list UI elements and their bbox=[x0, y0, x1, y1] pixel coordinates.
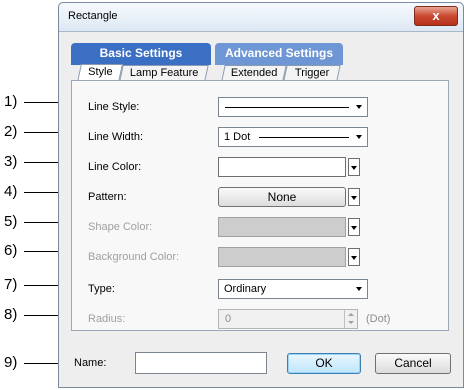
line-color-dropdown[interactable] bbox=[348, 158, 360, 176]
radius-value: 0 bbox=[225, 313, 232, 325]
cancel-button[interactable]: Cancel bbox=[375, 353, 451, 374]
chevron-down-icon bbox=[351, 256, 357, 260]
type-value: Ordinary bbox=[224, 283, 267, 295]
shape-color-swatch bbox=[218, 217, 346, 237]
callout-number: 6) bbox=[4, 242, 18, 259]
line-width-select[interactable]: 1 Dot bbox=[218, 127, 368, 147]
pattern-button[interactable]: None bbox=[218, 187, 346, 207]
shape-color-dropdown bbox=[348, 218, 360, 236]
line-style-sample bbox=[225, 107, 349, 108]
arrow-down-icon bbox=[348, 321, 354, 324]
name-input[interactable] bbox=[135, 352, 267, 374]
callout-number: 9) bbox=[4, 354, 18, 371]
chevron-down-icon bbox=[351, 166, 357, 170]
line-width-sample bbox=[259, 137, 349, 138]
line-color-swatch[interactable] bbox=[218, 157, 346, 177]
tab-advanced-settings[interactable]: Advanced Settings bbox=[215, 43, 343, 65]
chevron-down-icon bbox=[356, 135, 362, 139]
type-select[interactable]: Ordinary bbox=[218, 279, 368, 299]
subtab-trigger[interactable]: Trigger bbox=[283, 65, 341, 81]
close-button[interactable]: x bbox=[414, 6, 458, 26]
tab-basic-settings[interactable]: Basic Settings bbox=[71, 43, 211, 65]
name-label: Name: bbox=[74, 357, 107, 369]
background-color-swatch bbox=[218, 247, 346, 267]
line-width-value: 1 Dot bbox=[224, 131, 251, 143]
subtab-extended[interactable]: Extended bbox=[221, 65, 287, 81]
rectangle-dialog: Rectangle x Basic Settings Advanced Sett… bbox=[58, 2, 464, 388]
window-title: Rectangle bbox=[68, 10, 118, 22]
callout-number: 2) bbox=[4, 123, 18, 140]
spin-buttons bbox=[344, 310, 357, 328]
callout-number: 4) bbox=[4, 183, 18, 200]
callout-number: 5) bbox=[4, 213, 18, 230]
pattern-label: Pattern: bbox=[88, 191, 127, 203]
type-label: Type: bbox=[88, 283, 115, 295]
pattern-dropdown[interactable] bbox=[348, 188, 360, 206]
subtab-lamp-feature[interactable]: Lamp Feature bbox=[119, 65, 209, 81]
line-style-label: Line Style: bbox=[88, 101, 140, 113]
radius-label: Radius: bbox=[88, 313, 126, 325]
radius-unit: (Dot) bbox=[366, 313, 391, 325]
line-width-label: Line Width: bbox=[88, 131, 144, 143]
ok-button[interactable]: OK bbox=[287, 353, 361, 374]
chevron-down-icon bbox=[356, 105, 362, 109]
line-color-label: Line Color: bbox=[88, 161, 142, 173]
callout-number: 1) bbox=[4, 93, 18, 110]
arrow-up-icon bbox=[348, 313, 354, 316]
chevron-down-icon bbox=[351, 196, 357, 200]
subtab-trigger-label: Trigger bbox=[294, 67, 330, 79]
title-bar: Rectangle x bbox=[59, 3, 463, 32]
callout-number: 3) bbox=[4, 153, 18, 170]
callout-number: 7) bbox=[4, 276, 18, 293]
line-style-select[interactable] bbox=[218, 97, 368, 117]
background-color-label: Background Color: bbox=[88, 251, 180, 263]
chevron-down-icon bbox=[351, 226, 357, 230]
shape-color-label: Shape Color: bbox=[88, 221, 153, 233]
radius-spinner: 0 bbox=[218, 309, 358, 329]
callout-number: 8) bbox=[4, 306, 18, 323]
background-color-dropdown bbox=[348, 248, 360, 266]
subtab-lamp-feature-label: Lamp Feature bbox=[129, 67, 199, 79]
style-panel: Line Style: Line Width: 1 Dot Line Color… bbox=[71, 80, 449, 331]
subtab-style-label: Style bbox=[87, 66, 113, 78]
chevron-down-icon bbox=[356, 287, 362, 291]
subtab-extended-label: Extended bbox=[230, 67, 278, 79]
